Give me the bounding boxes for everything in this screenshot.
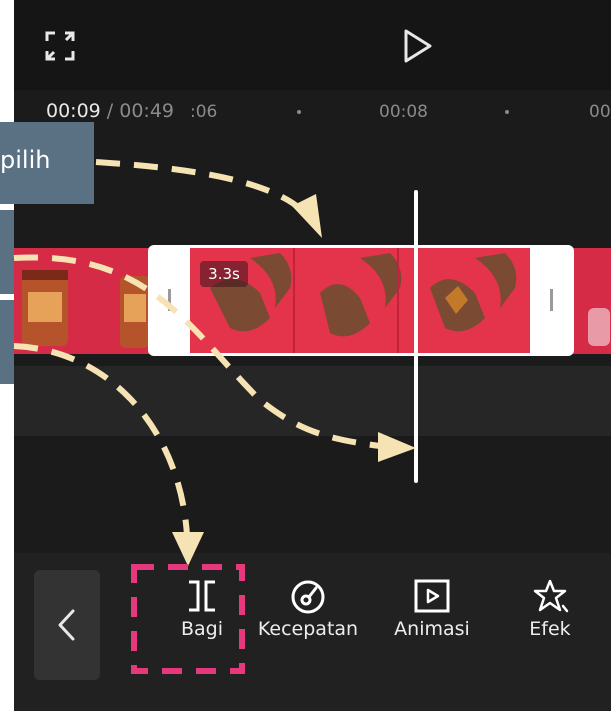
video-editor: 00:09 / 00:49 :06 00:08 00 3.3s Bagi Kec…	[14, 0, 611, 711]
playhead[interactable]	[414, 190, 418, 483]
clip-handle-left[interactable]	[148, 245, 190, 356]
callout-select-text: pilih	[0, 146, 51, 174]
play-icon[interactable]	[402, 28, 434, 64]
clip-duration-badge: 3.3s	[200, 261, 248, 287]
split-button[interactable]: Bagi	[142, 578, 262, 640]
callout-tab	[0, 210, 14, 294]
callout-select: pilih	[0, 122, 94, 204]
split-icon	[189, 580, 215, 612]
animation-icon	[414, 579, 450, 613]
time-separator: /	[100, 100, 120, 122]
callout-tab	[0, 300, 14, 384]
thumbnail-product-1	[14, 248, 94, 354]
ruler-tick-right: 00	[589, 102, 611, 122]
timecode: 00:09 / 00:49	[46, 100, 174, 122]
back-button[interactable]	[34, 570, 100, 680]
fullscreen-icon[interactable]	[44, 30, 76, 62]
split-label: Bagi	[180, 618, 224, 640]
animation-label: Animasi	[394, 618, 470, 640]
animation-button[interactable]: Animasi	[372, 578, 492, 640]
speed-icon	[291, 580, 325, 614]
effects-button[interactable]: Efek	[490, 578, 610, 640]
clip-duration: 3.3s	[208, 265, 240, 283]
ruler-dot	[297, 110, 301, 114]
effects-label: Efek	[529, 618, 571, 640]
selected-clip[interactable]: 3.3s	[148, 245, 574, 356]
effects-icon	[533, 579, 569, 613]
top-bar	[14, 0, 611, 90]
clip-handle-right[interactable]	[532, 245, 574, 356]
total-time: 00:49	[119, 100, 175, 122]
speed-button[interactable]: Kecepatan	[248, 578, 368, 640]
ruler-dot	[505, 110, 509, 114]
speed-label: Kecepatan	[257, 618, 359, 640]
ruler-tick-left: :06	[190, 102, 218, 122]
ruler-tick-mid: 00:08	[379, 102, 428, 122]
chevron-left-icon	[58, 609, 75, 641]
thumbnail-glass	[574, 248, 611, 354]
thumbnail-product-2	[94, 248, 150, 354]
current-time: 00:09	[46, 100, 101, 122]
empty-track-lane[interactable]	[14, 366, 611, 436]
